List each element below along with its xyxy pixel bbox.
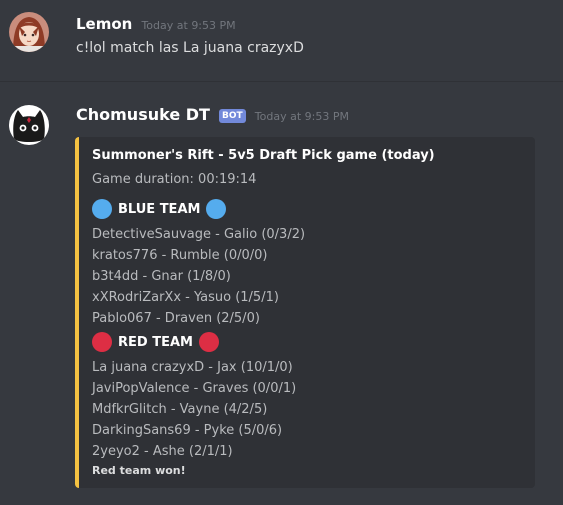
red-circle-icon <box>92 332 112 352</box>
blue-circle-icon <box>92 199 112 219</box>
blue-circle-icon <box>206 199 227 219</box>
message-timestamp: Today at 9:53 PM <box>141 19 236 32</box>
blue-team-name: BLUE TEAM <box>118 201 201 217</box>
message-timestamp: Today at 9:53 PM <box>254 110 349 123</box>
username-lemon[interactable]: Lemon <box>76 15 132 33</box>
game-duration: Game duration: 00:19:14 <box>92 172 257 187</box>
blue-team-header: BLUE TEAM <box>92 199 227 219</box>
red-player: JaviPopValence - Graves (0/0/1) <box>92 381 297 396</box>
match-embed: Summoner's Rift - 5v5 Draft Pick game (t… <box>75 137 535 488</box>
message-text: c!lol match las La juana crazyxD <box>76 40 304 56</box>
red-player: 2yeyo2 - Ashe (2/1/1) <box>92 444 233 459</box>
blue-player: xXRodriZarXx - Yasuo (1/5/1) <box>92 290 279 305</box>
username-chomusuke[interactable]: Chomusuke DT <box>76 105 210 124</box>
bot-badge: BOT <box>219 109 246 123</box>
red-circle-icon <box>198 332 219 352</box>
avatar-lemon[interactable] <box>9 12 49 52</box>
red-player: DarkingSans69 - Pyke (5/0/6) <box>92 423 283 438</box>
embed-footer: Red team won! <box>92 464 186 477</box>
message-divider <box>0 81 563 82</box>
avatar-chomusuke-image <box>9 105 49 145</box>
embed-title: Summoner's Rift - 5v5 Draft Pick game (t… <box>92 148 435 163</box>
blue-player: DetectiveSauvage - Galio (0/3/2) <box>92 227 306 242</box>
message-header-chomusuke: Chomusuke DT BOT Today at 9:53 PM <box>76 105 349 124</box>
red-team-header: RED TEAM <box>92 332 219 352</box>
avatar-chomusuke[interactable] <box>9 105 49 145</box>
red-team-name: RED TEAM <box>118 334 193 350</box>
blue-player: Pablo067 - Draven (2/5/0) <box>92 311 260 326</box>
red-player: MdfkrGlitch - Vayne (4/2/5) <box>92 402 268 417</box>
avatar-lemon-image <box>9 12 49 52</box>
blue-player: kratos776 - Rumble (0/0/0) <box>92 248 268 263</box>
blue-player: b3t4dd - Gnar (1/8/0) <box>92 269 231 284</box>
message-header-lemon: Lemon Today at 9:53 PM <box>76 14 236 33</box>
red-player: La juana crazyxD - Jax (10/1/0) <box>92 360 293 375</box>
